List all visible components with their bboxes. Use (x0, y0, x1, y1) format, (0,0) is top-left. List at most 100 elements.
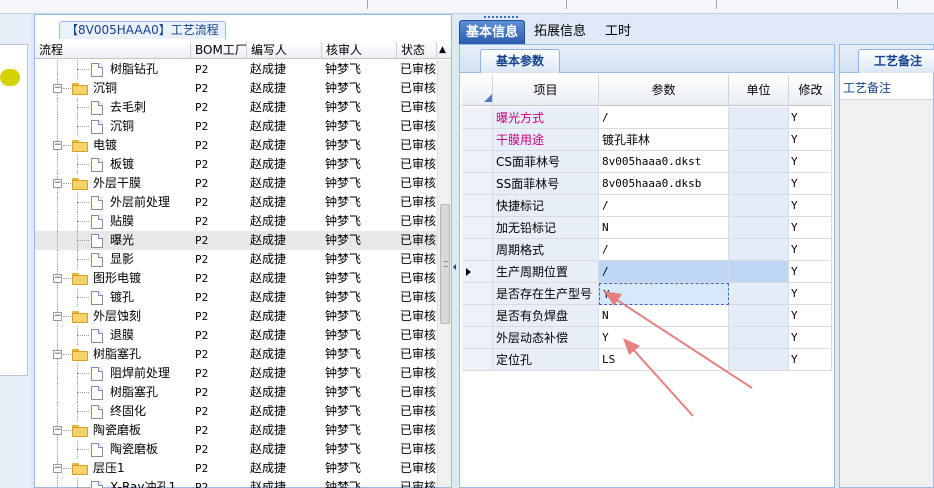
param-modify-cell[interactable]: Y (789, 151, 832, 173)
process-notes-body[interactable] (840, 99, 933, 487)
param-row[interactable]: 曝光方式 / Y (462, 107, 832, 129)
collapse-toggle-icon[interactable]: − (53, 464, 62, 473)
param-modify-cell[interactable]: Y (789, 129, 832, 151)
column-header-writer[interactable]: 编写人 (247, 42, 322, 59)
tree-node-name-cell[interactable]: 阻焊前处理 (35, 364, 191, 383)
tree-node-name-cell[interactable]: 镀孔 (35, 288, 191, 307)
param-row[interactable]: 外层动态补偿 Y Y (462, 327, 832, 349)
grid-corner[interactable] (462, 75, 493, 106)
tree-node-name-cell[interactable]: 显影 (35, 250, 191, 269)
param-value-cell[interactable]: 镀孔菲林 (599, 129, 729, 151)
tree-node-name-cell[interactable]: − 沉铜 (35, 79, 191, 98)
param-modify-cell[interactable]: Y (789, 349, 832, 371)
tree-folder-row[interactable]: − 图形电镀 P2 赵成捷 钟梦飞 已审核 (35, 269, 437, 288)
tree-step-row[interactable]: 镀孔 P2 赵成捷 钟梦飞 已审核 (35, 288, 437, 307)
tree-step-row[interactable]: 终固化 P2 赵成捷 钟梦飞 已审核 (35, 402, 437, 421)
param-modify-cell[interactable]: Y (789, 327, 832, 349)
tree-folder-row[interactable]: − 层压1 P2 赵成捷 钟梦飞 已审核 (35, 459, 437, 478)
param-modify-cell[interactable]: Y (789, 173, 832, 195)
tree-node-name-cell[interactable]: − 外层干膜 (35, 174, 191, 193)
param-value-cell[interactable]: 8v005haaa0.dksb (599, 173, 729, 195)
tree-node-name-cell[interactable]: − 图形电镀 (35, 269, 191, 288)
collapse-toggle-icon[interactable]: − (53, 84, 62, 93)
tree-step-row[interactable]: 沉铜 P2 赵成捷 钟梦飞 已审核 (35, 117, 437, 136)
param-value-cell[interactable]: 8v005haaa0.dkst (599, 151, 729, 173)
collapse-toggle-icon[interactable]: − (53, 179, 62, 188)
param-row[interactable]: 加无铅标记 N Y (462, 217, 832, 239)
param-value-cell[interactable]: / (599, 261, 729, 283)
row-indicator[interactable] (462, 151, 493, 173)
scroll-up-arrow-icon[interactable]: ▲ (437, 42, 451, 59)
param-value-cell[interactable]: Y (599, 327, 729, 349)
scrollbar-thumb[interactable] (440, 204, 450, 324)
collapse-toggle-icon[interactable]: − (53, 141, 62, 150)
param-row[interactable]: 定位孔 LS Y (462, 349, 832, 371)
param-value-cell[interactable]: N (599, 305, 729, 327)
tab-extended-info[interactable]: 拓展信息 (534, 20, 586, 44)
tree-node-name-cell[interactable]: − 树脂塞孔 (35, 345, 191, 364)
column-header-bom[interactable]: BOM工厂 (191, 42, 247, 59)
tree-step-row[interactable]: 树脂塞孔 P2 赵成捷 钟梦飞 已审核 (35, 383, 437, 402)
tree-node-name-cell[interactable]: 去毛刺 (35, 98, 191, 117)
param-value-cell[interactable]: LS (599, 349, 729, 371)
param-unit-cell[interactable] (729, 261, 789, 283)
param-modify-cell[interactable]: Y (789, 107, 832, 129)
tree-node-name-cell[interactable]: 外层前处理 (35, 193, 191, 212)
tab-basic-params[interactable]: 基本参数 (480, 49, 560, 73)
tree-folder-row[interactable]: − 电镀 P2 赵成捷 钟梦飞 已审核 (35, 136, 437, 155)
tree-step-row[interactable]: 退膜 P2 赵成捷 钟梦飞 已审核 (35, 326, 437, 345)
collapse-toggle-icon[interactable]: − (53, 350, 62, 359)
column-header-flow[interactable]: 流程 (35, 42, 191, 59)
column-header-modify[interactable]: 修改 (789, 75, 832, 106)
collapse-toggle-icon[interactable]: − (53, 426, 62, 435)
param-row[interactable]: 干膜用途 镀孔菲林 Y (462, 129, 832, 151)
row-indicator[interactable] (462, 217, 493, 239)
param-value-cell[interactable]: Y (599, 283, 729, 305)
tree-step-row[interactable]: 陶瓷磨板 P2 赵成捷 钟梦飞 已审核 (35, 440, 437, 459)
tree-step-row[interactable]: 贴膜 P2 赵成捷 钟梦飞 已审核 (35, 212, 437, 231)
param-unit-cell[interactable] (729, 195, 789, 217)
tree-folder-row[interactable]: − 沉铜 P2 赵成捷 钟梦飞 已审核 (35, 79, 437, 98)
row-indicator[interactable] (462, 261, 493, 283)
tree-node-name-cell[interactable]: − 电镀 (35, 136, 191, 155)
tree-step-row[interactable]: 外层前处理 P2 赵成捷 钟梦飞 已审核 (35, 193, 437, 212)
tree-step-row[interactable]: X-Ray冲孔1 P2 赵成捷 钟梦飞 已审核 (35, 478, 437, 488)
param-unit-cell[interactable] (729, 305, 789, 327)
tab-work-hours[interactable]: 工时 (605, 20, 631, 44)
param-modify-cell[interactable]: Y (789, 217, 832, 239)
tab-basic-info[interactable]: 基本信息 (459, 16, 526, 44)
param-value-cell[interactable]: / (599, 107, 729, 129)
tree-folder-row[interactable]: − 外层干膜 P2 赵成捷 钟梦飞 已审核 (35, 174, 437, 193)
param-modify-cell[interactable]: Y (789, 261, 832, 283)
row-indicator[interactable] (462, 283, 493, 305)
param-modify-cell[interactable]: Y (789, 239, 832, 261)
tree-step-row[interactable]: 阻焊前处理 P2 赵成捷 钟梦飞 已审核 (35, 364, 437, 383)
param-unit-cell[interactable] (729, 107, 789, 129)
tree-node-name-cell[interactable]: 贴膜 (35, 212, 191, 231)
collapse-toggle-icon[interactable]: − (53, 312, 62, 321)
panel-splitter[interactable] (452, 14, 459, 488)
tree-folder-row[interactable]: − 陶瓷磨板 P2 赵成捷 钟梦飞 已审核 (35, 421, 437, 440)
param-row[interactable]: 是否存在生产型号 Y Y (462, 283, 832, 305)
column-header-reviewer[interactable]: 核审人 (322, 42, 397, 59)
tree-node-name-cell[interactable]: 陶瓷磨板 (35, 440, 191, 459)
param-unit-cell[interactable] (729, 129, 789, 151)
column-header-param[interactable]: 参数 (599, 75, 729, 106)
param-unit-cell[interactable] (729, 283, 789, 305)
tree-node-name-cell[interactable]: − 陶瓷磨板 (35, 421, 191, 440)
param-unit-cell[interactable] (729, 151, 789, 173)
column-header-unit[interactable]: 单位 (729, 75, 789, 106)
tab-process-notes[interactable]: 工艺备注 (858, 49, 934, 73)
collapse-left-arrow-icon[interactable] (453, 264, 456, 270)
tree-node-name-cell[interactable]: 板镀 (35, 155, 191, 174)
tree-step-row[interactable]: 树脂钻孔 P2 赵成捷 钟梦飞 已审核 (35, 60, 437, 79)
row-indicator[interactable] (462, 239, 493, 261)
param-row[interactable]: 是否有负焊盘 N Y (462, 305, 832, 327)
tree-step-row[interactable]: 板镀 P2 赵成捷 钟梦飞 已审核 (35, 155, 437, 174)
process-tree-tab[interactable]: 【8V005HAAA0】工艺流程 (59, 21, 226, 39)
row-indicator[interactable] (462, 195, 493, 217)
param-value-cell[interactable]: N (599, 217, 729, 239)
param-modify-cell[interactable]: Y (789, 283, 832, 305)
row-indicator[interactable] (462, 327, 493, 349)
tree-node-name-cell[interactable]: 退膜 (35, 326, 191, 345)
